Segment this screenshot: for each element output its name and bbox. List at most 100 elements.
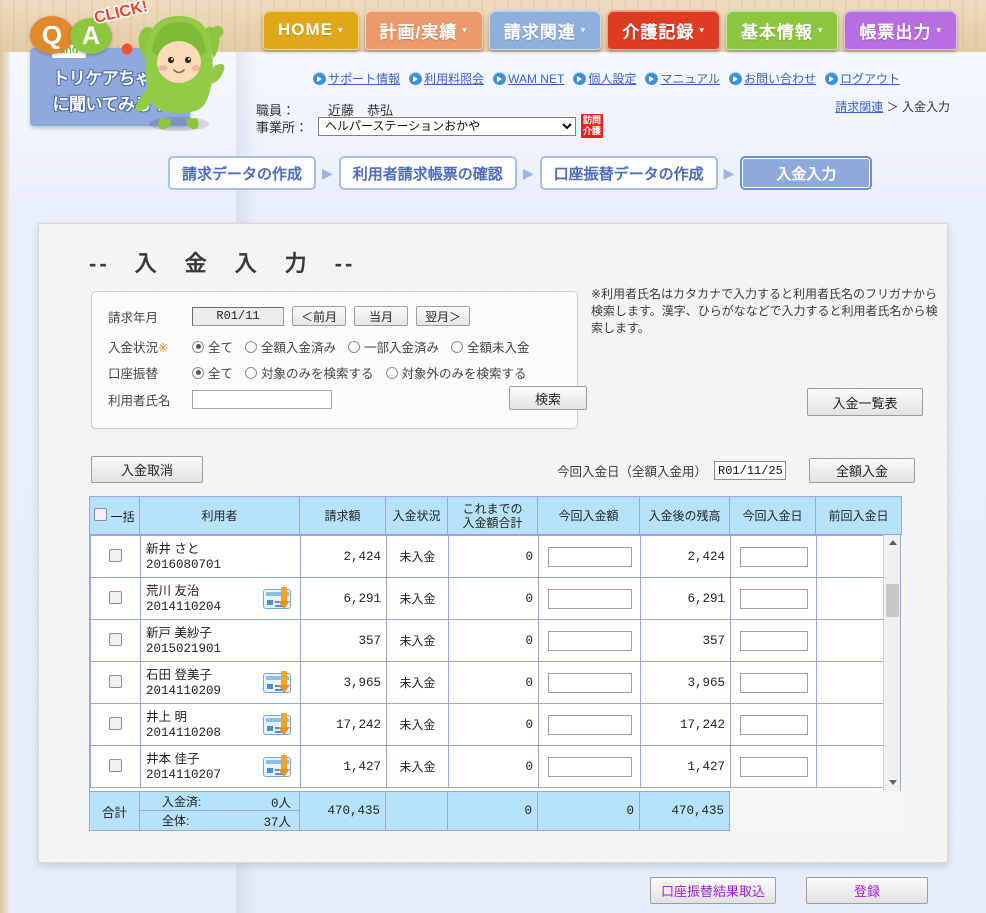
row-now-date-input[interactable]: [739, 546, 808, 567]
chevron-down-icon: ▾: [580, 24, 587, 35]
radio-option-2[interactable]: 全額入金済み: [245, 337, 336, 356]
bank-transfer-radio-group[interactable]: 全て 対象のみを検索する 対象外のみを検索する: [192, 363, 539, 382]
row-now-amount-cell[interactable]: [538, 577, 641, 620]
row-now-date-cell[interactable]: [730, 619, 817, 662]
prev-month-button[interactable]: ＜前月: [292, 306, 347, 326]
radio-button[interactable]: [192, 340, 204, 353]
radio-button[interactable]: [245, 366, 258, 379]
radio-option-3[interactable]: 対象外のみを検索する: [385, 363, 527, 382]
table-row[interactable]: 荒川 友治 2014110204 6,291 未入金 0 6,291: [90, 577, 900, 620]
scroll-up-arrow-icon[interactable]: [884, 535, 900, 552]
nav-tab-3[interactable]: 請求関連 ▾: [488, 10, 602, 50]
row-now-amount-cell[interactable]: [538, 703, 641, 746]
row-now-date-cell[interactable]: [730, 661, 817, 704]
header-link-3[interactable]: WAM NET: [493, 72, 564, 86]
radio-button[interactable]: [348, 340, 361, 353]
row-checkbox-cell[interactable]: [90, 535, 141, 578]
nav-tab-4[interactable]: 介護記録 ▾: [607, 10, 720, 50]
sparkle-icon: [116, 38, 138, 60]
row-checkbox[interactable]: [109, 758, 122, 772]
row-checkbox-cell[interactable]: [90, 619, 141, 662]
radio-option-3[interactable]: 一部入金済み: [348, 337, 439, 356]
header-links[interactable]: サポート情報 利用料照会 WAM NET 個人設定 マニュアル お問い合わせ ログアウト: [300, 70, 900, 87]
workflow-step-3[interactable]: 口座振替データの作成: [539, 156, 718, 190]
table-row[interactable]: 新井 さと 2016080701 2,424 未入金 0 2,424: [90, 535, 900, 578]
row-checkbox-cell[interactable]: [90, 577, 141, 620]
row-now-amount-cell[interactable]: [538, 535, 641, 578]
radio-button[interactable]: [192, 366, 204, 379]
header-link-7[interactable]: ログアウト: [824, 70, 900, 87]
row-checkbox[interactable]: [109, 590, 122, 604]
row-now-date-input[interactable]: [739, 672, 808, 693]
row-checkbox-cell[interactable]: [90, 745, 141, 788]
main-navigation[interactable]: HOME ▾ 計画/実績 ▾ 請求関連 ▾ 介護記録 ▾ 基本情報 ▾ 帳票出力 ▾: [263, 10, 957, 54]
row-now-amount-input[interactable]: [547, 672, 632, 693]
full-payment-button[interactable]: 全額入金: [809, 458, 916, 483]
search-button[interactable]: 検索: [509, 386, 587, 410]
radio-button[interactable]: [245, 340, 258, 353]
workflow-step-4[interactable]: 入金入力: [740, 156, 873, 190]
row-now-amount-cell[interactable]: [538, 661, 641, 704]
billing-month-input[interactable]: [192, 306, 284, 326]
row-now-date-cell[interactable]: [730, 745, 817, 788]
workflow-step-2[interactable]: 利用者請求帳票の確認: [338, 156, 517, 190]
row-now-amount-cell[interactable]: [538, 745, 641, 788]
radio-option-2[interactable]: 対象のみを検索する: [245, 363, 374, 382]
payment-status-radio-group[interactable]: 全て 全額入金済み 一部入金済み 全額未入金: [192, 337, 542, 356]
select-all-checkbox[interactable]: [94, 507, 108, 521]
nav-tab-2[interactable]: 計画/実績 ▾: [364, 10, 483, 50]
radio-button[interactable]: [385, 366, 398, 379]
qa-mascot-logo[interactable]: Q A CLICK! and トリケアちゃん に聞いてみる！: [8, 0, 236, 142]
radio-option-1[interactable]: 全て: [192, 363, 233, 382]
row-checkbox-cell[interactable]: [90, 661, 141, 704]
table-row[interactable]: 石田 登美子 2014110209 3,965 未入金 0 3,965: [90, 661, 900, 704]
row-now-amount-cell[interactable]: [538, 619, 641, 662]
row-now-amount-input[interactable]: [547, 756, 632, 777]
nav-tab-5[interactable]: 基本情報 ▾: [725, 10, 839, 50]
table-row[interactable]: 井本 佳子 2014110207 1,427 未入金 0 1,427: [90, 745, 900, 788]
radio-option-4[interactable]: 全額未入金: [451, 337, 530, 356]
nav-tab-1[interactable]: HOME ▾: [263, 10, 359, 50]
nav-tab-6[interactable]: 帳票出力 ▾: [844, 10, 957, 50]
row-checkbox[interactable]: [109, 548, 122, 562]
cancel-payment-button[interactable]: 入金取消: [91, 456, 203, 483]
row-now-date-cell[interactable]: [730, 703, 817, 746]
username-input[interactable]: [192, 390, 332, 409]
office-select[interactable]: ヘルパーステーションおかや: [318, 116, 576, 136]
row-now-date-input[interactable]: [739, 756, 808, 777]
row-checkbox[interactable]: [109, 632, 122, 646]
header-link-1[interactable]: サポート情報: [313, 70, 400, 87]
radio-option-1[interactable]: 全て: [192, 337, 233, 356]
row-now-amount-input[interactable]: [547, 630, 632, 651]
row-now-date-input[interactable]: [739, 714, 808, 735]
register-button[interactable]: 登録: [806, 877, 928, 904]
table-row[interactable]: 新戸 美紗子 2015021901 357 未入金 0 357: [90, 619, 900, 662]
workflow-steps[interactable]: 請求データの作成 ▶ 利用者請求帳票の確認 ▶ 口座振替データの作成 ▶ 入金入力: [168, 155, 873, 191]
row-now-amount-input[interactable]: [547, 546, 632, 567]
next-month-button[interactable]: 翌月＞: [416, 306, 471, 326]
row-now-amount-input[interactable]: [547, 714, 632, 735]
scrollbar-thumb[interactable]: [886, 584, 899, 617]
payment-list-report-button[interactable]: 入金一覧表: [807, 388, 923, 416]
header-link-5[interactable]: マニュアル: [645, 70, 720, 87]
current-month-button[interactable]: 当月: [354, 306, 409, 326]
import-transfer-result-button[interactable]: 口座振替結果取込: [650, 877, 776, 904]
header-link-4[interactable]: 個人設定: [573, 70, 636, 87]
row-checkbox[interactable]: [109, 674, 122, 688]
row-checkbox-cell[interactable]: [90, 703, 141, 746]
table-row[interactable]: 井上 明 2014110208 17,242 未入金 0 17,242: [90, 703, 900, 746]
table-vertical-scrollbar[interactable]: [883, 535, 900, 791]
row-now-date-cell[interactable]: [730, 535, 817, 578]
radio-button[interactable]: [451, 340, 464, 353]
row-now-date-input[interactable]: [739, 588, 808, 609]
scroll-down-arrow-icon[interactable]: [884, 774, 900, 791]
workflow-step-1[interactable]: 請求データの作成: [168, 156, 317, 190]
row-checkbox[interactable]: [109, 716, 122, 730]
row-now-date-input[interactable]: [739, 630, 808, 651]
breadcrumb-parent[interactable]: 請求関連: [835, 100, 883, 114]
row-now-amount-input[interactable]: [547, 588, 632, 609]
payment-date-input[interactable]: [714, 461, 787, 480]
header-link-6[interactable]: お問い合わせ: [728, 70, 816, 87]
row-now-date-cell[interactable]: [730, 577, 817, 620]
header-link-2[interactable]: 利用料照会: [409, 70, 484, 87]
